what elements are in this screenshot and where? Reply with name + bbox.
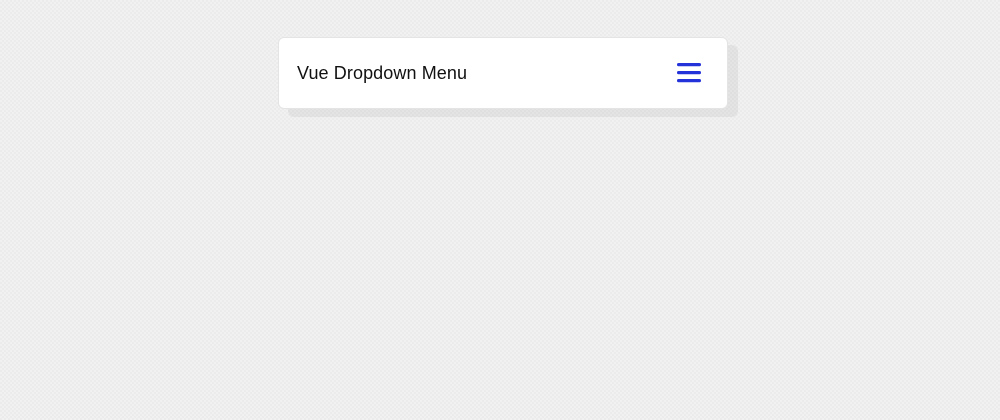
menu-title: Vue Dropdown Menu <box>297 62 468 83</box>
menu-toggle-button[interactable] <box>676 60 702 86</box>
hamburger-menu-icon <box>677 63 701 83</box>
dropdown-menu-header: Vue Dropdown Menu <box>278 37 728 109</box>
